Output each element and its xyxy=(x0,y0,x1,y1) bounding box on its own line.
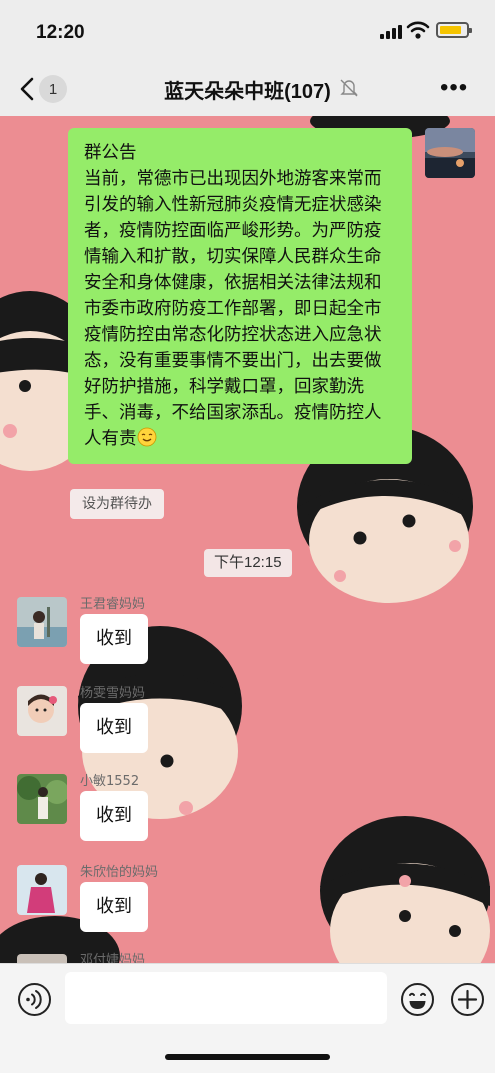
announcement-body: 当前，常德市已出现因外地游客来常而引发的输入性新冠肺炎疫情无症状感染者，疫情防控… xyxy=(84,169,382,449)
message-input-bar xyxy=(0,963,495,1073)
sender-name: 邓付婕妈妈 xyxy=(80,953,146,963)
mute-bell-icon xyxy=(340,79,358,97)
smiling-face-icon xyxy=(137,427,156,447)
cellular-signal-icon xyxy=(380,25,402,39)
status-bar: 12:20 xyxy=(0,0,495,62)
add-attachment-icon[interactable] xyxy=(450,982,485,1017)
self-avatar[interactable] xyxy=(425,128,475,178)
message-bubble[interactable]: 收到 xyxy=(80,791,148,841)
sender-avatar[interactable] xyxy=(17,597,67,647)
chat-area[interactable]: 群公告当前，常德市已出现因外地游客来常而引发的输入性新冠肺炎疫情无症状感染者，疫… xyxy=(0,116,495,963)
sender-avatar[interactable] xyxy=(17,954,67,963)
voice-input-icon[interactable] xyxy=(17,982,52,1017)
message-bubble[interactable]: 收到 xyxy=(80,703,148,753)
battery-icon xyxy=(436,22,472,38)
sender-name: 杨雯雪妈妈 xyxy=(80,686,146,701)
title-wrapper: 蓝天朵朵中班(107) xyxy=(0,75,495,104)
set-as-group-todo-button[interactable]: 设为群待办 xyxy=(70,489,164,519)
sender-avatar[interactable] xyxy=(17,686,67,736)
message-bubble[interactable]: 收到 xyxy=(80,614,148,664)
cartoon-face-right-lower xyxy=(320,816,490,963)
chat-header: 1 蓝天朵朵中班(107) ••• xyxy=(0,62,495,116)
message-timestamp: 下午12:15 xyxy=(204,549,292,577)
group-announcement-bubble[interactable]: 群公告当前，常德市已出现因外地游客来常而引发的输入性新冠肺炎疫情无症状感染者，疫… xyxy=(68,128,412,464)
announcement-heading: 群公告 xyxy=(84,143,137,163)
sender-name: 小敏1552 xyxy=(80,774,140,789)
sender-name: 朱欣怡的妈妈 xyxy=(80,865,159,880)
more-options-icon[interactable]: ••• xyxy=(440,76,470,100)
emoji-picker-icon[interactable] xyxy=(400,982,435,1017)
sender-name: 王君睿妈妈 xyxy=(80,597,146,612)
chat-title: 蓝天朵朵中班(107) xyxy=(164,81,331,103)
message-text-input[interactable] xyxy=(65,972,387,1024)
status-time: 12:20 xyxy=(36,22,85,43)
home-indicator[interactable] xyxy=(165,1054,330,1060)
wifi-icon xyxy=(406,21,430,39)
sender-avatar[interactable] xyxy=(17,865,67,915)
message-bubble[interactable]: 收到 xyxy=(80,882,148,932)
sender-avatar[interactable] xyxy=(17,774,67,824)
